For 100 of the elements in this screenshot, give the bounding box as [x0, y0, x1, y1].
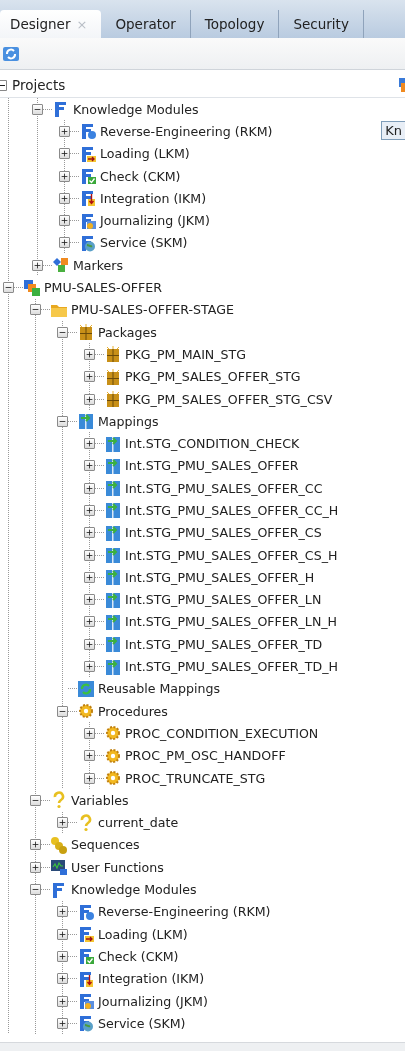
tree-item[interactable]: Reverse-Engineering (RKM) — [98, 904, 271, 920]
collapse-toggle[interactable] — [30, 304, 41, 316]
gear-icon — [104, 724, 122, 743]
tab[interactable]: Designer × — [0, 10, 102, 38]
mapping-icon — [104, 590, 122, 609]
tree-item[interactable]: Packages — [98, 324, 157, 340]
tree-item[interactable]: PKG_PM_MAIN_STG — [125, 346, 247, 362]
expand-toggle[interactable] — [59, 215, 70, 227]
expand-toggle[interactable] — [84, 571, 95, 583]
collapse-toggle[interactable] — [0, 79, 7, 91]
expand-toggle[interactable] — [57, 817, 68, 829]
expand-toggle[interactable] — [84, 638, 95, 650]
expand-toggle[interactable] — [84, 750, 95, 762]
tree-item[interactable]: PKG_PM_SALES_OFFER_STG_CSV — [125, 391, 333, 407]
tree-item[interactable]: Reusable Mappings — [98, 681, 221, 697]
mapping-icon — [104, 568, 122, 587]
tree-item[interactable]: PROC_TRUNCATE_STG — [125, 770, 266, 786]
tree-item[interactable]: Int.STG_PMU_SALES_OFFER — [125, 458, 299, 474]
expand-toggle[interactable] — [84, 505, 95, 516]
expand-toggle[interactable] — [57, 928, 68, 940]
collapse-toggle[interactable] — [30, 884, 41, 896]
expand-toggle[interactable] — [57, 906, 68, 918]
tree-item[interactable]: PROC_CONDITION_EXECUTION — [125, 725, 319, 741]
tree-item[interactable]: current_date — [98, 815, 179, 831]
tree-item[interactable]: Check (CKM) — [100, 168, 181, 184]
tree-item[interactable]: Int.STG_PMU_SALES_OFFER_CC — [125, 480, 323, 496]
expand-toggle[interactable] — [57, 1017, 68, 1029]
tree-item[interactable]: Int.STG_PMU_SALES_OFFER_TD — [125, 636, 323, 652]
expand-toggle[interactable] — [59, 125, 70, 137]
tree-item[interactable]: PMU-SALES-OFFER-STAGE — [71, 302, 234, 318]
tree-item[interactable]: Integration (IKM) — [100, 190, 207, 206]
expand-toggle[interactable] — [84, 549, 95, 561]
tree-item[interactable]: Reverse-Engineering (RKM) — [100, 123, 273, 139]
expand-toggle[interactable] — [59, 192, 70, 204]
tree-item[interactable]: Int.STG_PMU_SALES_OFFER_CS_H — [125, 547, 338, 563]
tree-item[interactable]: PKG_PM_SALES_OFFER_STG — [125, 369, 301, 385]
expand-toggle[interactable] — [30, 839, 41, 851]
expand-toggle[interactable] — [84, 594, 95, 606]
mapping-icon — [104, 635, 122, 654]
tree-item[interactable]: Loading (LKM) — [100, 146, 190, 162]
tree-item[interactable]: Int.STG_PMU_SALES_OFFER_LN_H — [125, 614, 338, 630]
expand-toggle[interactable] — [57, 950, 68, 962]
collapse-toggle[interactable] — [3, 282, 14, 293]
scrollbar-track[interactable] — [0, 1042, 405, 1051]
tree-item[interactable]: Service (SKM) — [100, 235, 188, 251]
f-globe-icon — [77, 1014, 95, 1033]
tree-item[interactable]: Variables — [71, 792, 129, 808]
tree-item[interactable]: Loading (LKM) — [98, 926, 188, 942]
expand-toggle[interactable] — [59, 170, 70, 182]
tree-item[interactable]: Mappings — [98, 413, 159, 429]
collapse-toggle[interactable] — [57, 415, 68, 427]
expand-toggle[interactable] — [84, 772, 95, 784]
tree-item[interactable]: PROC_PM_OSC_HANDOFF — [125, 748, 286, 764]
expand-toggle[interactable] — [84, 661, 95, 673]
expand-toggle[interactable] — [84, 460, 95, 472]
expand-toggle[interactable] — [84, 438, 95, 450]
expand-toggle[interactable] — [84, 348, 95, 360]
tree-item[interactable]: Integration (IKM) — [98, 971, 205, 987]
tree-item[interactable]: Journalizing (JKM) — [98, 993, 208, 1009]
grid-box-icon — [104, 345, 122, 364]
collapse-toggle[interactable] — [57, 705, 68, 717]
expand-toggle[interactable] — [57, 995, 68, 1007]
tree-item[interactable]: Markers — [73, 257, 124, 273]
expand-toggle[interactable] — [84, 482, 95, 494]
collapse-toggle[interactable] — [30, 794, 41, 806]
tree-item[interactable]: PMU-SALES-OFFER — [44, 280, 163, 295]
tree-item[interactable]: User Functions — [71, 859, 164, 875]
tree-item[interactable]: Int.STG_CONDITION_CHECK — [125, 436, 300, 452]
expand-toggle[interactable] — [32, 259, 43, 271]
f-cylinder-icon — [77, 902, 95, 921]
expand-toggle[interactable] — [59, 148, 70, 160]
expand-toggle[interactable] — [59, 237, 70, 249]
expand-toggle[interactable] — [84, 371, 95, 383]
collapse-toggle[interactable] — [57, 326, 68, 338]
tree-item[interactable]: Knowledge Modules — [71, 882, 197, 898]
mapping-icon — [104, 657, 122, 676]
tree-item[interactable]: Int.STG_PMU_SALES_OFFER_CC_H — [125, 503, 339, 518]
tree-item[interactable]: Check (CKM) — [98, 948, 179, 964]
tree-item[interactable]: Knowledge Modules — [73, 101, 199, 117]
tree-item[interactable]: Int.STG_PMU_SALES_OFFER_LN — [125, 592, 322, 608]
tree-item[interactable]: Sequences — [71, 837, 140, 853]
f-down-arrow-icon — [77, 969, 95, 988]
tree-item[interactable]: Procedures — [98, 703, 168, 719]
menu-icon[interactable] — [399, 78, 405, 92]
expand-toggle[interactable] — [84, 393, 95, 405]
expand-toggle[interactable] — [57, 973, 68, 985]
expand-toggle[interactable] — [84, 527, 95, 539]
tree-item[interactable]: Service (SKM) — [98, 1015, 186, 1031]
refresh-icon[interactable] — [2, 44, 20, 63]
mapping-icon — [104, 479, 122, 498]
tree-item[interactable]: Int.STG_PMU_SALES_OFFER_CS — [125, 525, 322, 541]
expand-toggle[interactable] — [84, 616, 95, 628]
expand-toggle[interactable] — [30, 861, 41, 873]
tree-item[interactable]: Int.STG_PMU_SALES_OFFER_TD_H — [125, 659, 339, 675]
expand-toggle[interactable] — [84, 727, 95, 739]
collapse-toggle[interactable] — [32, 103, 43, 115]
tree-item[interactable]: Int.STG_PMU_SALES_OFFER_H — [125, 569, 315, 585]
mapping-icon — [104, 434, 122, 453]
tree-item[interactable]: Journalizing (JKM) — [100, 213, 210, 229]
project-icon — [23, 278, 41, 297]
